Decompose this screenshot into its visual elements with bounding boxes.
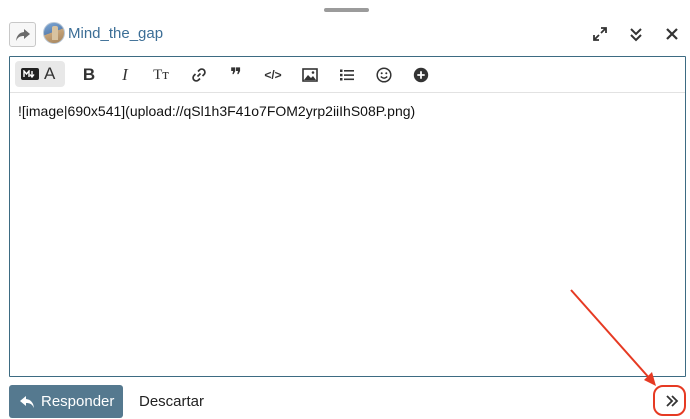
bullet-list-icon (340, 69, 354, 81)
bullet-list-button[interactable] (334, 63, 360, 87)
fullscreen-button[interactable] (590, 24, 610, 44)
double-chevron-right-icon (665, 394, 678, 407)
heading-button[interactable]: Tт (148, 63, 174, 87)
quote-button[interactable]: ❞ (223, 63, 249, 87)
add-circle-icon (413, 67, 429, 83)
editor-text[interactable]: ![image|690x541](upload://qSl1h3F41o7FOM… (18, 103, 415, 119)
toggle-preview-button[interactable] (661, 390, 682, 411)
image-icon (302, 68, 318, 82)
share-arrow-icon (15, 28, 30, 41)
code-button[interactable]: </> (260, 63, 286, 87)
italic-icon: I (122, 65, 128, 84)
reply-button[interactable]: Responder (9, 385, 123, 418)
emoji-icon (376, 67, 392, 83)
bold-button[interactable]: B (76, 63, 102, 87)
italic-button[interactable]: I (112, 63, 138, 87)
code-icon: </> (264, 68, 282, 82)
editor-toolbar: A B I Tт ❞ </> (10, 57, 685, 93)
close-icon (666, 28, 678, 40)
composer-drag-handle[interactable] (324, 8, 369, 12)
reply-icon (20, 395, 34, 408)
close-button[interactable] (662, 24, 682, 44)
markdown-icon (21, 68, 39, 80)
topic-title-link[interactable]: Mind_the_gap (68, 25, 163, 42)
image-button[interactable] (297, 63, 323, 87)
rich-text-mode-label: A (44, 64, 56, 83)
heading-icon: Tт (153, 66, 169, 83)
add-options-button[interactable] (408, 63, 434, 87)
composer-header: Mind_the_gap (0, 20, 690, 48)
composer-editor[interactable]: A B I Tт ❞ </> ![image|690x541](upload:/… (9, 56, 686, 377)
composer-footer: Responder Descartar (0, 383, 690, 419)
collapse-double-chevron-icon (630, 28, 642, 42)
collapse-button[interactable] (626, 24, 646, 44)
link-icon (192, 68, 206, 82)
discard-button[interactable]: Descartar (139, 393, 204, 410)
quote-icon: ❞ (230, 64, 242, 87)
link-button[interactable] (186, 63, 212, 87)
emoji-button[interactable] (371, 63, 397, 87)
avatar (43, 22, 65, 44)
reply-button-label: Responder (41, 393, 115, 410)
bold-icon: B (82, 65, 96, 84)
markdown-mode-toggle[interactable]: A (15, 61, 65, 87)
reply-to-button[interactable] (9, 22, 36, 47)
fullscreen-icon (593, 27, 607, 41)
